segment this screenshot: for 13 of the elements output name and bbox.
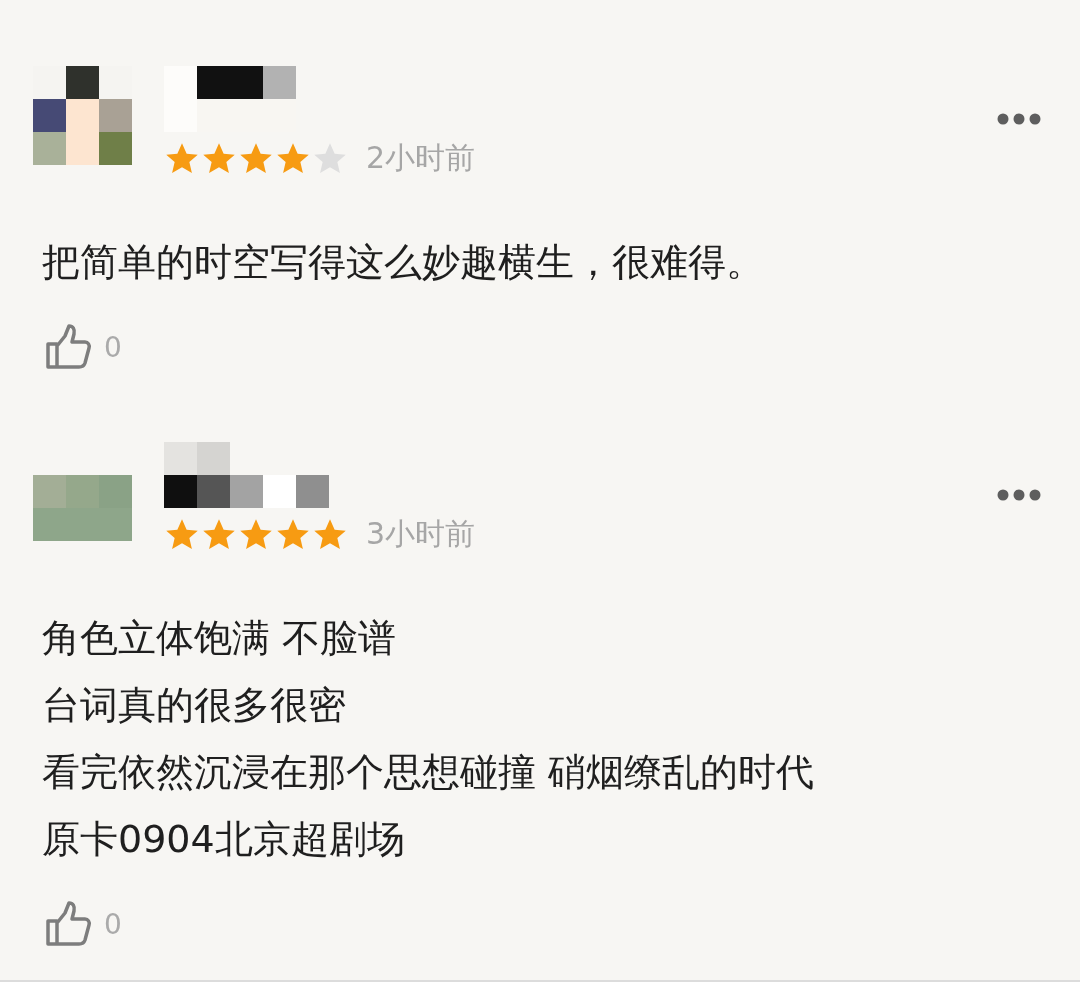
timestamp: 3小时前 — [366, 515, 476, 553]
comment-text: 把简单的时空写得这么妙趣横生，很难得。 — [42, 239, 765, 286]
more-options-icon[interactable] — [996, 112, 1042, 126]
like-count: 0 — [104, 907, 122, 941]
comment-text: 看完依然沉浸在那个思想碰撞 硝烟缭乱的时代 — [42, 749, 816, 796]
comment-text: 台词真的很多很密 — [42, 682, 347, 729]
comment-text: 原卡0904北京超剧场 — [42, 816, 406, 863]
thumbs-up-icon[interactable] — [44, 901, 92, 947]
more-options-icon[interactable] — [996, 488, 1042, 502]
thumbs-up-icon[interactable] — [44, 324, 92, 370]
like-count: 0 — [104, 330, 122, 364]
comment-text: 角色立体饱满 不脸谱 — [42, 615, 398, 662]
timestamp: 2小时前 — [366, 139, 476, 177]
